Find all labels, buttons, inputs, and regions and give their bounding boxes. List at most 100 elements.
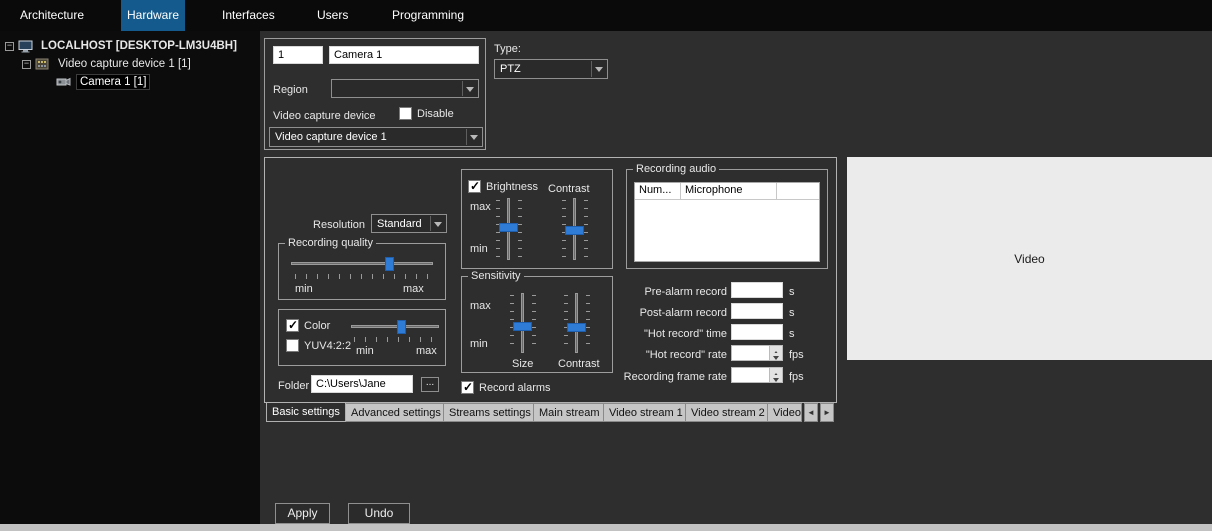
stepper-down-icon[interactable] xyxy=(770,375,782,382)
contrast-slider[interactable] xyxy=(562,198,588,260)
type-select-value: PTZ xyxy=(500,63,521,75)
hot-record-rate-field[interactable] xyxy=(732,346,770,360)
camera-number-field[interactable] xyxy=(273,46,323,64)
resolution-select-value: Standard xyxy=(377,218,422,230)
capture-device-label: Video capture device xyxy=(273,109,376,123)
yuv-checkbox[interactable]: YUV4:2:2 xyxy=(286,339,351,352)
resolution-select[interactable]: Standard xyxy=(371,214,447,233)
recording-audio-group: Recording audio Num... Microphone xyxy=(626,169,828,269)
tab-video-stream-2[interactable]: Video stream 2 xyxy=(686,403,768,422)
hot-record-rate-label: "Hot record" rate xyxy=(599,348,727,362)
tab-scroll-right-icon[interactable]: ► xyxy=(820,403,834,422)
color-checkbox-label: Color xyxy=(304,320,330,332)
audio-list-header: Num... Microphone xyxy=(635,183,819,200)
recording-quality-title: Recording quality xyxy=(285,237,376,249)
slider-track xyxy=(351,325,439,328)
stepper-up-icon[interactable] xyxy=(770,368,782,375)
region-label: Region xyxy=(273,83,308,97)
tree-row-capture-device[interactable]: Video capture device 1 [1] xyxy=(0,55,260,73)
tree-item-capture-device[interactable]: Video capture device 1 [1] xyxy=(55,57,194,71)
post-alarm-field[interactable] xyxy=(731,303,783,319)
brightness-slider[interactable] xyxy=(496,198,522,260)
hot-record-time-field[interactable] xyxy=(731,324,783,340)
pre-alarm-unit: s xyxy=(789,285,795,299)
camera-name-field[interactable] xyxy=(329,46,479,64)
color-slider[interactable] xyxy=(351,318,439,336)
slider-ticks xyxy=(586,295,590,351)
menu-hardware[interactable]: Hardware xyxy=(121,0,185,31)
menu-users[interactable]: Users xyxy=(317,0,348,31)
brightness-min-label: min xyxy=(470,242,488,256)
brightness-contrast-group: Brightness Contrast max min xyxy=(461,169,613,269)
collapse-icon[interactable] xyxy=(5,42,14,51)
disable-checkbox[interactable]: Disable xyxy=(399,107,454,120)
apply-button[interactable]: Apply xyxy=(275,503,330,524)
device-tree: LOCALHOST [DESKTOP-LM3U4BH] Video captur… xyxy=(0,31,260,524)
audio-col-number[interactable]: Num... xyxy=(635,183,681,199)
tab-video-stream-1[interactable]: Video stream 1 xyxy=(604,403,686,422)
color-checkbox[interactable]: Color xyxy=(286,319,330,332)
recording-frame-rate-field[interactable] xyxy=(732,368,770,382)
collapse-icon[interactable] xyxy=(22,60,31,69)
recording-frame-rate-label: Recording frame rate xyxy=(599,370,727,384)
tree-item-localhost[interactable]: LOCALHOST [DESKTOP-LM3U4BH] xyxy=(38,39,240,53)
tab-main-stream[interactable]: Main stream xyxy=(534,403,604,422)
tab-scroll-left-icon[interactable]: ◄ xyxy=(804,403,818,422)
recording-frame-rate-unit: fps xyxy=(789,370,804,384)
checkbox-icon xyxy=(461,381,474,394)
sensitivity-contrast-label: Contrast xyxy=(558,357,600,371)
menu-architecture[interactable]: Architecture xyxy=(20,0,84,31)
slider-thumb[interactable] xyxy=(385,257,394,271)
capture-device-select-value: Video capture device 1 xyxy=(275,131,387,143)
tab-advanced-settings[interactable]: Advanced settings xyxy=(346,403,444,422)
undo-button[interactable]: Undo xyxy=(348,503,410,524)
type-select[interactable]: PTZ xyxy=(494,59,608,79)
color-group: Color YUV4:2:2 min max xyxy=(278,309,446,366)
sensitivity-title: Sensitivity xyxy=(468,270,524,282)
checkbox-icon xyxy=(286,319,299,332)
tab-video[interactable]: Video xyxy=(768,403,802,422)
tree-item-camera[interactable]: Camera 1 [1] xyxy=(76,74,150,90)
slider-thumb[interactable] xyxy=(513,322,532,331)
slider-thumb[interactable] xyxy=(565,226,584,235)
slider-ticks xyxy=(584,200,588,258)
sensitivity-contrast-slider[interactable] xyxy=(564,293,590,353)
tree-row-localhost[interactable]: LOCALHOST [DESKTOP-LM3U4BH] xyxy=(0,37,260,55)
stepper-down-icon[interactable] xyxy=(770,353,782,360)
folder-field[interactable] xyxy=(311,375,413,393)
tab-basic-settings[interactable]: Basic settings xyxy=(266,403,346,422)
menu-programming[interactable]: Programming xyxy=(392,0,464,31)
capture-device-select[interactable]: Video capture device 1 xyxy=(269,127,483,147)
menu-interfaces[interactable]: Interfaces xyxy=(222,0,275,31)
audio-col-microphone[interactable]: Microphone xyxy=(681,183,777,199)
brightness-checkbox[interactable]: Brightness xyxy=(468,180,538,193)
record-alarms-checkbox[interactable]: Record alarms xyxy=(461,381,551,394)
checkbox-icon xyxy=(399,107,412,120)
app-window: Architecture Hardware Interfaces Users P… xyxy=(0,0,1212,531)
slider-thumb[interactable] xyxy=(499,223,518,232)
resolution-label: Resolution xyxy=(265,218,365,232)
basic-settings-panel: Resolution Standard Recording quality mi… xyxy=(264,157,837,403)
recording-quality-slider[interactable] xyxy=(291,255,433,273)
brightness-checkbox-label: Brightness xyxy=(486,181,538,193)
recording-audio-list[interactable]: Num... Microphone xyxy=(634,182,820,262)
quality-min-label: min xyxy=(295,282,313,296)
video-preview-panel: Video xyxy=(847,157,1212,360)
color-max-label: max xyxy=(416,344,437,358)
chevron-down-icon xyxy=(466,129,481,145)
pre-alarm-field[interactable] xyxy=(731,282,783,298)
stepper-up-icon[interactable] xyxy=(770,346,782,353)
region-select[interactable] xyxy=(331,79,479,98)
slider-thumb[interactable] xyxy=(567,323,586,332)
tree-row-camera[interactable]: Camera 1 [1] xyxy=(0,73,260,91)
hot-record-rate-stepper[interactable] xyxy=(731,345,783,361)
sensitivity-size-slider[interactable] xyxy=(510,293,536,353)
browse-button[interactable]: ... xyxy=(421,377,439,392)
recording-frame-rate-stepper[interactable] xyxy=(731,367,783,383)
chevron-down-icon xyxy=(591,61,606,77)
folder-label: Folder xyxy=(278,379,309,393)
checkbox-icon xyxy=(286,339,299,352)
tab-streams-settings[interactable]: Streams settings xyxy=(444,403,534,422)
slider-thumb[interactable] xyxy=(397,320,406,334)
chevron-down-icon xyxy=(462,81,477,96)
